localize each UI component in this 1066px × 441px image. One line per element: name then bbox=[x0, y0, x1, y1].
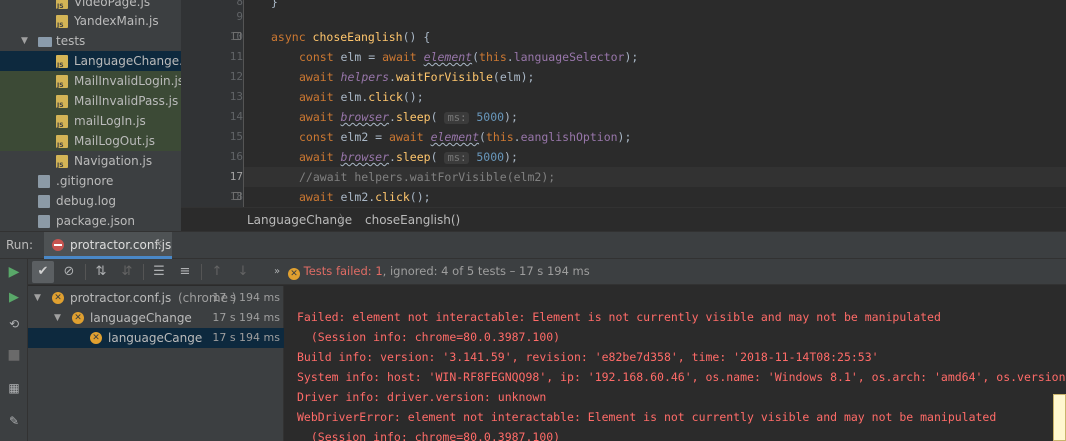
test-results-tree: ▼ ✕ protractor.conf.js (chrome ) 17 s 19… bbox=[28, 286, 284, 441]
file-icon bbox=[38, 215, 50, 228]
protractor-icon bbox=[52, 239, 64, 251]
previous-failed-icon[interactable]: ↑ bbox=[206, 261, 228, 283]
line-number: 13 bbox=[229, 90, 243, 103]
tree-item-navigation[interactable]: Navigation.js bbox=[0, 151, 181, 171]
console-line: (Session info: chrome=80.0.3987.100) bbox=[297, 330, 561, 344]
line-number: 15 bbox=[229, 130, 243, 143]
console-line: System info: host: 'WIN-RF8FEGNQQ98', ip… bbox=[297, 370, 1066, 384]
line-number: 11 bbox=[229, 50, 243, 63]
console-output[interactable]: Failed: element not interactable: Elemen… bbox=[285, 286, 1066, 441]
tree-item-maillogout[interactable]: MailLogOut.js bbox=[0, 131, 181, 151]
run-tool-window-header: Run: protractor.conf.js × bbox=[0, 231, 1066, 259]
line-number: 14 bbox=[229, 110, 243, 123]
file-icon bbox=[38, 175, 50, 188]
sort-duration-icon[interactable]: ⇵ bbox=[116, 261, 138, 283]
code-line: const elm2 = await element(this.eanglish… bbox=[299, 130, 632, 144]
breadcrumb-file[interactable]: LanguageChange bbox=[247, 208, 352, 232]
code-line-current: //await helpers.waitForVisible(elm2); bbox=[244, 167, 1066, 187]
breadcrumb-separator: 〉 bbox=[339, 214, 349, 225]
tree-item-package-json[interactable]: package.json bbox=[0, 211, 181, 231]
failed-icon: ✕ bbox=[72, 312, 84, 324]
run-tab[interactable]: protractor.conf.js × bbox=[44, 232, 172, 259]
pin-icon[interactable]: ✎ bbox=[6, 413, 22, 429]
tree-item-mailinvalidlogin[interactable]: MailInvalidLogin.js bbox=[0, 71, 181, 91]
tree-item-debug-log[interactable]: debug.log bbox=[0, 191, 181, 211]
chevron-down-icon[interactable]: ▼ bbox=[34, 288, 41, 308]
console-line: WebDriverError: element not interactable… bbox=[297, 410, 997, 424]
js-file-icon bbox=[56, 115, 68, 129]
failed-icon: ✕ bbox=[288, 268, 300, 280]
project-tree: VideoPage.js YandexMain.js ▼ tests Langu… bbox=[0, 0, 181, 231]
stop-icon[interactable]: ■ bbox=[6, 347, 22, 363]
tree-item-tests-folder[interactable]: ▼ tests bbox=[0, 31, 181, 51]
tree-item-maillogin[interactable]: mailLogIn.js bbox=[0, 111, 181, 131]
show-ignored-icon[interactable]: ⊘ bbox=[58, 261, 80, 283]
collapse-all-icon[interactable]: ≡ bbox=[174, 261, 196, 283]
close-icon[interactable]: × bbox=[154, 237, 163, 250]
failed-icon: ✕ bbox=[52, 292, 64, 304]
code-line: } bbox=[271, 0, 278, 9]
tree-item-languagechange[interactable]: LanguageChange.js bbox=[0, 51, 181, 71]
line-number: 9 bbox=[236, 10, 243, 23]
test-node-suite[interactable]: ▼ ✕ languageChange 17 s 194 ms bbox=[28, 308, 284, 328]
fold-icon[interactable] bbox=[233, 192, 241, 200]
file-icon bbox=[38, 195, 50, 208]
console-line: Driver info: driver.version: unknown bbox=[297, 390, 547, 404]
js-file-icon bbox=[56, 135, 68, 149]
code-line: const elm = await element(this.languageS… bbox=[299, 50, 639, 64]
line-number: 17 bbox=[229, 170, 243, 183]
rerun-icon[interactable]: ▶ bbox=[6, 264, 22, 280]
test-node-case[interactable]: ✕ languageCange 17 s 194 ms bbox=[28, 328, 284, 348]
js-file-icon bbox=[56, 95, 68, 109]
rerun-failed-icon[interactable]: ▶ bbox=[6, 290, 22, 306]
js-file-icon bbox=[56, 155, 68, 169]
console-line: Failed: element not interactable: Elemen… bbox=[297, 310, 941, 324]
run-side-toolbar: ▶ ▶ ⟲ ■ ▦ ✎ bbox=[0, 259, 28, 441]
notification-popup[interactable] bbox=[1053, 394, 1066, 441]
tree-item-yandexmain[interactable]: YandexMain.js bbox=[0, 11, 181, 31]
code-line: await elm.click(); bbox=[299, 90, 424, 104]
folder-icon bbox=[38, 37, 52, 47]
tree-item-gitignore[interactable]: .gitignore bbox=[0, 171, 181, 191]
js-file-icon bbox=[56, 55, 68, 69]
param-hint: ms: bbox=[444, 152, 470, 164]
js-file-icon bbox=[56, 75, 68, 89]
chevron-down-icon[interactable]: ▼ bbox=[54, 308, 61, 328]
console-line: (Session info: chrome=80.0.3987.100) bbox=[297, 430, 561, 441]
code-line: await elm2.click(); bbox=[299, 190, 431, 204]
line-number: 12 bbox=[229, 70, 243, 83]
tree-item-mailinvalidpass[interactable]: MailInvalidPass.js bbox=[0, 91, 181, 111]
js-file-icon bbox=[56, 15, 68, 29]
more-icon[interactable]: » bbox=[266, 261, 288, 283]
next-failed-icon[interactable]: ↓ bbox=[232, 261, 254, 283]
js-file-icon bbox=[56, 0, 68, 10]
layout-icon[interactable]: ▦ bbox=[6, 380, 22, 396]
code-line: await browser.sleep( ms: 5000); bbox=[299, 110, 518, 124]
line-number: 16 bbox=[229, 150, 243, 163]
sort-alpha-icon[interactable]: ⇅ bbox=[90, 261, 112, 283]
test-toolbar: ✔ ⊘ ⇅ ⇵ ☰ ≡ ↑ ↓ » ✕ Tests failed: 1, ign… bbox=[28, 259, 1066, 285]
breadcrumb-method[interactable]: choseEanglish() bbox=[365, 208, 460, 232]
code-line: await helpers.waitForVisible(elm); bbox=[299, 70, 535, 84]
toggle-auto-test-icon[interactable]: ⟲ bbox=[6, 316, 22, 332]
code-editor[interactable]: } async choseEanglish() { const elm = aw… bbox=[244, 0, 1066, 207]
console-line: Build info: version: '3.141.59', revisio… bbox=[297, 350, 879, 364]
run-label: Run: bbox=[6, 238, 34, 252]
chevron-down-icon[interactable]: ▼ bbox=[21, 31, 28, 51]
breadcrumb: LanguageChange 〉 choseEanglish() bbox=[181, 207, 1066, 231]
param-hint: ms: bbox=[444, 112, 470, 124]
fold-icon[interactable] bbox=[233, 32, 241, 40]
show-passed-icon[interactable]: ✔ bbox=[32, 261, 54, 283]
failed-icon: ✕ bbox=[90, 332, 102, 344]
code-line: await browser.sleep( ms: 5000); bbox=[299, 150, 518, 164]
expand-all-icon[interactable]: ☰ bbox=[148, 261, 170, 283]
test-node-config[interactable]: ▼ ✕ protractor.conf.js (chrome ) 17 s 19… bbox=[28, 288, 284, 308]
code-line: async choseEanglish() { bbox=[271, 30, 431, 44]
test-status: ✕ Tests failed: 1, ignored: 4 of 5 tests… bbox=[288, 264, 590, 280]
